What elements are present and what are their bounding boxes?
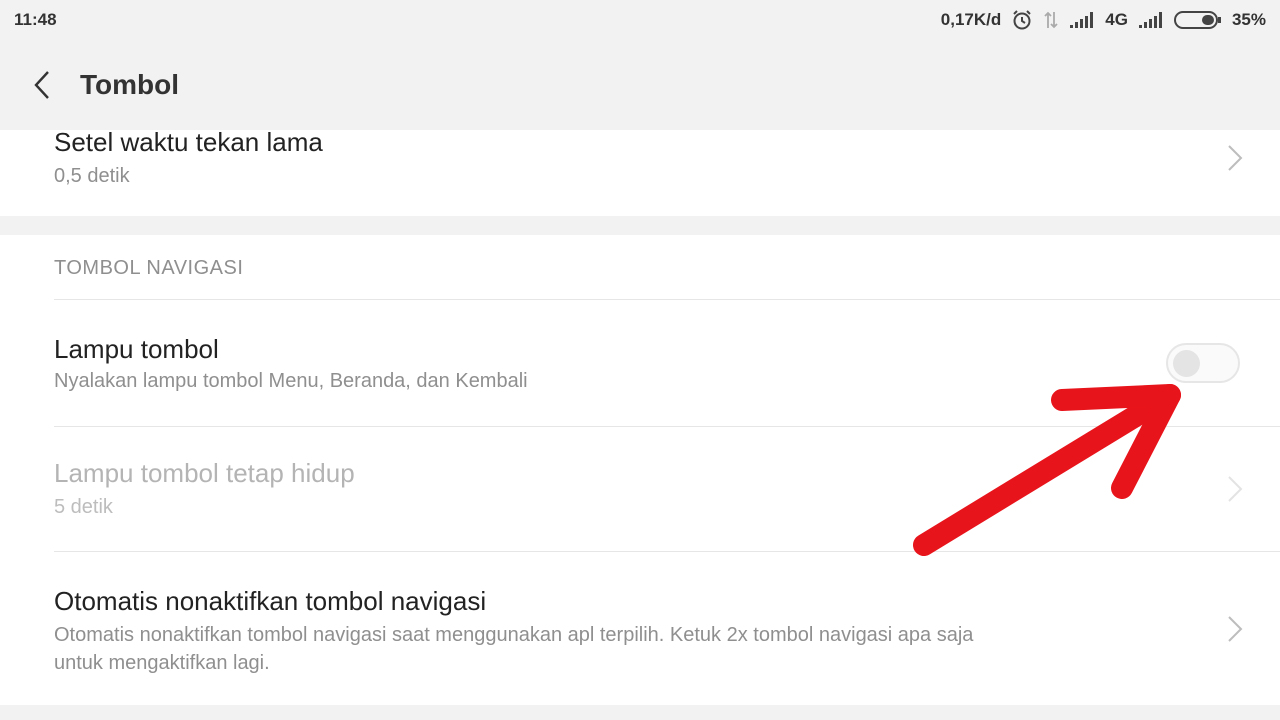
signal-icon xyxy=(1069,11,1095,29)
divider xyxy=(54,551,1280,552)
net-speed: 0,17K/d xyxy=(940,10,1002,29)
back-button[interactable] xyxy=(12,55,72,115)
auto-disable-nav-title: Otomatis nonaktifkan tombol navigasi xyxy=(54,586,487,616)
long-press-card: Setel waktu tekan lama 0,5 detik xyxy=(0,127,1280,216)
button-light-item[interactable]: Lampu tombol Nyalakan lampu tombol Menu,… xyxy=(54,333,1280,403)
chevron-right-icon xyxy=(1228,616,1243,642)
chevron-right-icon xyxy=(1228,476,1243,502)
long-press-item[interactable]: Setel waktu tekan lama 0,5 detik xyxy=(54,126,1280,216)
divider xyxy=(54,299,1280,300)
button-light-duration-item[interactable]: Lampu tombol tetap hidup 5 detik xyxy=(54,457,1280,527)
button-light-toggle[interactable] xyxy=(1166,343,1240,383)
battery-icon xyxy=(1173,10,1222,30)
long-press-value: 0,5 detik xyxy=(54,165,130,187)
auto-disable-nav-item[interactable]: Otomatis nonaktifkan tombol navigasi Oto… xyxy=(54,585,1280,685)
section-header: TOMBOL NAVIGASI xyxy=(54,257,244,279)
chevron-right-icon xyxy=(1228,145,1243,171)
app-header: Tombol xyxy=(0,40,1280,130)
nav-buttons-card: TOMBOL NAVIGASI Lampu tombol Nyalakan la… xyxy=(0,235,1280,705)
button-light-subtitle: Nyalakan lampu tombol Menu, Beranda, dan… xyxy=(54,370,528,392)
auto-disable-nav-subtitle-1: Otomatis nonaktifkan tombol navigasi saa… xyxy=(54,624,974,646)
settings-screen: 11:48 0,17K/d 4G 35% Tombol Setel waktu … xyxy=(0,0,1280,720)
button-light-duration-value: 5 detik xyxy=(54,496,113,518)
data-transfer-icon xyxy=(1043,10,1059,30)
page-title: Tombol xyxy=(80,69,180,100)
network-type: 4G xyxy=(1105,10,1128,29)
button-light-title: Lampu tombol xyxy=(54,334,219,364)
button-light-duration-title: Lampu tombol tetap hidup xyxy=(54,458,355,488)
status-time: 11:48 xyxy=(14,10,57,29)
status-bar: 11:48 0,17K/d 4G 35% xyxy=(0,0,1280,40)
long-press-title: Setel waktu tekan lama xyxy=(54,127,323,157)
divider xyxy=(54,426,1280,427)
chevron-left-icon xyxy=(34,71,49,99)
battery-percent: 35% xyxy=(1231,10,1266,29)
signal-icon-2 xyxy=(1138,11,1164,29)
alarm-icon xyxy=(1011,9,1033,31)
toggle-knob xyxy=(1173,350,1200,377)
auto-disable-nav-subtitle-2: untuk mengaktifkan lagi. xyxy=(54,652,270,674)
